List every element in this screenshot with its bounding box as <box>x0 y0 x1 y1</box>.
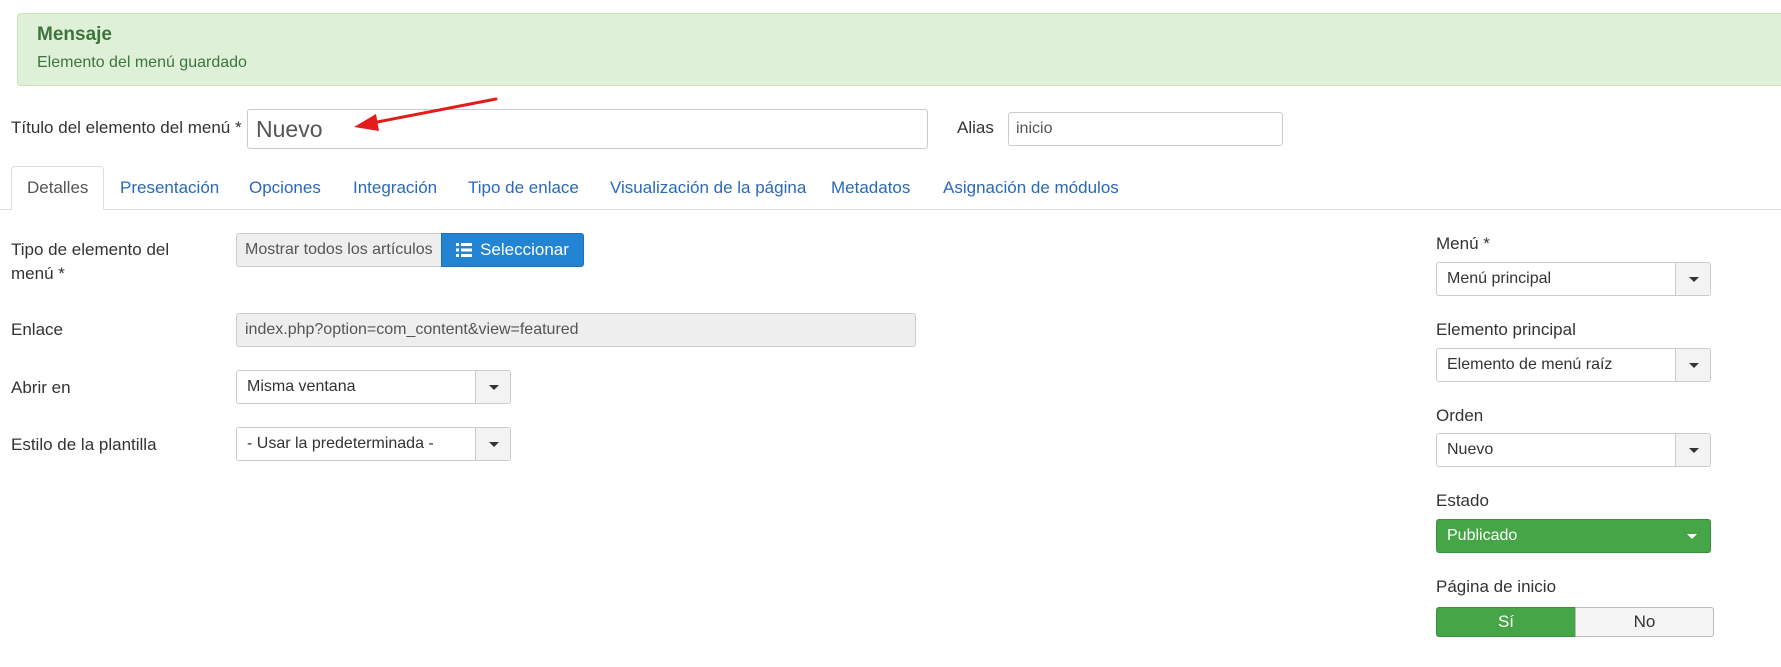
tab-module-assignment[interactable]: Asignación de módulos <box>943 166 1119 210</box>
open-in-value: Misma ventana <box>247 378 356 395</box>
list-icon <box>456 243 473 257</box>
message-heading: Mensaje <box>37 24 112 45</box>
chevron-down-icon <box>1687 534 1697 539</box>
open-in-label: Abrir en <box>11 378 71 397</box>
chevron-down-icon <box>1689 448 1699 453</box>
item-type-field: Mostrar todos los artículos <box>236 233 442 267</box>
tab-presentation[interactable]: Presentación <box>120 166 219 210</box>
tab-link-type[interactable]: Tipo de enlace <box>468 166 579 210</box>
alias-input[interactable] <box>1008 112 1283 146</box>
chevron-down-icon <box>489 385 499 390</box>
select-button[interactable]: Seleccionar <box>441 233 584 267</box>
chevron-down-icon <box>489 442 499 447</box>
home-page-label: Página de inicio <box>1436 577 1557 596</box>
parent-item-value: Elemento de menú raíz <box>1447 356 1613 373</box>
order-label: Orden <box>1436 406 1484 425</box>
menu-label: Menú * <box>1436 234 1490 253</box>
link-label: Enlace <box>11 320 63 339</box>
chevron-down-icon <box>1689 277 1699 282</box>
title-label: Título del elemento del menú * <box>11 118 242 137</box>
home-page-no-button[interactable]: No <box>1575 607 1714 637</box>
menu-select[interactable]: Menú principal <box>1436 262 1711 296</box>
tab-details[interactable]: Detalles <box>11 166 105 210</box>
tab-metadata[interactable]: Metadatos <box>831 166 910 210</box>
tab-page-display[interactable]: Visualización de la página <box>610 166 806 210</box>
link-field: index.php?option=com_content&view=featur… <box>236 313 916 347</box>
parent-item-label: Elemento principal <box>1436 320 1576 339</box>
message-alert: Mensaje Elemento del menú guardado <box>17 13 1781 86</box>
chevron-down-icon <box>1689 363 1699 368</box>
order-value: Nuevo <box>1447 441 1494 458</box>
order-select[interactable]: Nuevo <box>1436 433 1711 467</box>
status-label: Estado <box>1436 491 1489 510</box>
template-style-select[interactable]: - Usar la predeterminada - <box>236 427 511 461</box>
template-style-value: - Usar la predeterminada - <box>247 435 434 452</box>
status-select[interactable]: Publicado <box>1436 519 1711 553</box>
select-button-label: Seleccionar <box>480 240 569 259</box>
status-value: Publicado <box>1447 527 1518 544</box>
item-type-label: Tipo de elemento del menú * <box>11 240 170 283</box>
home-page-yes-button[interactable]: Sí <box>1436 607 1576 637</box>
annotation-arrow-icon <box>354 97 498 131</box>
template-style-label: Estilo de la plantilla <box>11 435 157 454</box>
tab-options[interactable]: Opciones <box>249 166 321 210</box>
open-in-select[interactable]: Misma ventana <box>236 370 511 404</box>
menu-value: Menú principal <box>1447 270 1552 287</box>
alias-label: Alias <box>957 118 994 137</box>
parent-item-select[interactable]: Elemento de menú raíz <box>1436 348 1711 382</box>
tab-integration[interactable]: Integración <box>353 166 437 210</box>
message-text: Elemento del menú guardado <box>37 54 247 71</box>
